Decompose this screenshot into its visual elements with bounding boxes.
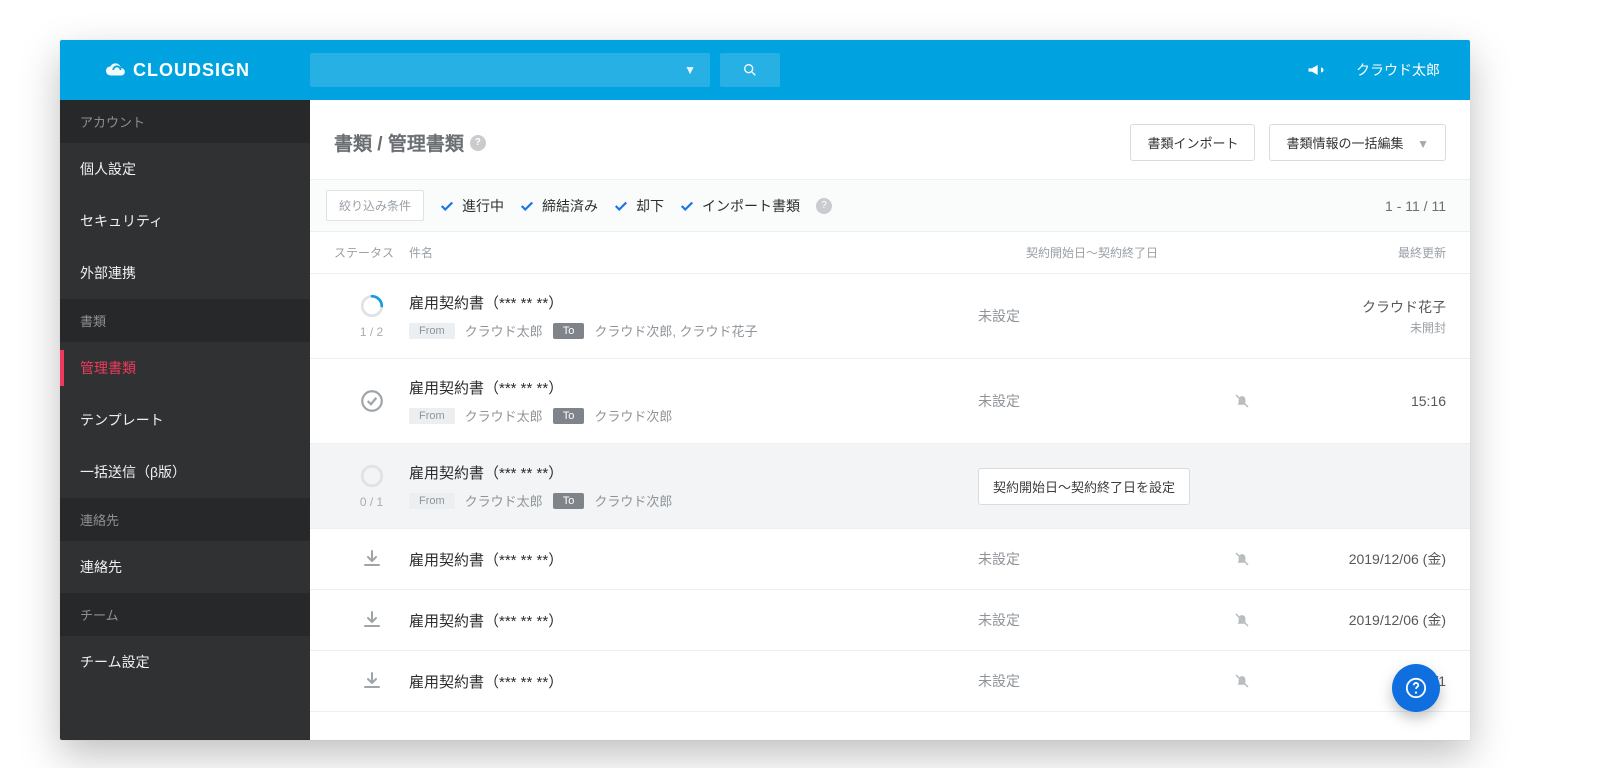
- from-name: クラウド太郎: [465, 321, 543, 340]
- download-icon: [360, 669, 384, 693]
- progress-ring-icon: [359, 293, 385, 319]
- doc-title: 雇用契約書（*** ** **）: [409, 549, 978, 570]
- sidebar-item-managed-docs[interactable]: 管理書類: [60, 342, 310, 394]
- daterange-value: 未設定: [978, 393, 1020, 409]
- help-icon[interactable]: ?: [470, 135, 486, 151]
- bell-off-icon: [1233, 550, 1251, 568]
- col-status: ステータス: [334, 244, 409, 261]
- topbar: CLOUDSIGN ▼ クラウド太郎: [60, 40, 1470, 100]
- updated-value: 15:16: [1411, 393, 1446, 409]
- check-icon: [440, 199, 454, 213]
- sidebar: アカウント 個人設定 セキュリティ 外部連携 書類 管理書類 テンプレート 一括…: [60, 100, 310, 740]
- from-tag: From: [409, 408, 455, 424]
- from-name: クラウド太郎: [465, 406, 543, 425]
- search-icon: [742, 62, 758, 78]
- table-row[interactable]: 雇用契約書（*** ** **） From クラウド太郎 To クラウド次郎 未…: [310, 359, 1470, 444]
- col-name: 件名: [409, 244, 1026, 261]
- search-button[interactable]: [720, 53, 780, 87]
- daterange-value: 未設定: [978, 551, 1020, 567]
- question-icon: [1405, 677, 1427, 699]
- main: 書類 / 管理書類 ? 書類インポート 書類情報の一括編集 ▼ 絞り込み条件: [310, 100, 1470, 740]
- download-icon: [360, 547, 384, 571]
- progress-count: 0 / 1: [360, 495, 383, 509]
- doc-title: 雇用契約書（*** ** **）: [409, 462, 978, 483]
- import-button[interactable]: 書類インポート: [1130, 124, 1255, 161]
- check-icon: [520, 199, 534, 213]
- table-row[interactable]: 雇用契約書（*** ** **） 未設定 2019/1: [310, 651, 1470, 712]
- sidebar-group-contacts: 連絡先: [60, 498, 310, 541]
- bell-off-icon: [1233, 611, 1251, 629]
- set-daterange-button[interactable]: 契約開始日～契約終了日を設定: [978, 468, 1190, 505]
- filter-imported[interactable]: インポート書類: [680, 196, 800, 216]
- daterange-value: 未設定: [978, 673, 1020, 689]
- chevron-down-icon: ▼: [1417, 137, 1429, 151]
- sidebar-group-account: アカウント: [60, 100, 310, 143]
- to-name: クラウド次郎: [594, 491, 672, 510]
- updated-sub: 未開封: [1410, 319, 1446, 336]
- sidebar-item-templates[interactable]: テンプレート: [60, 394, 310, 446]
- table-row[interactable]: 雇用契約書（*** ** **） 未設定 2019/12/06 (金): [310, 529, 1470, 590]
- brand-logo[interactable]: CLOUDSIGN: [60, 59, 310, 81]
- doc-title: 雇用契約書（*** ** **）: [409, 671, 978, 692]
- daterange-value: 未設定: [978, 308, 1020, 324]
- check-circle-icon: [359, 388, 385, 414]
- sidebar-group-team: チーム: [60, 593, 310, 636]
- filter-in-progress[interactable]: 進行中: [440, 196, 504, 216]
- from-name: クラウド太郎: [465, 491, 543, 510]
- to-tag: To: [553, 323, 585, 339]
- download-icon: [360, 608, 384, 632]
- sidebar-item-contacts[interactable]: 連絡先: [60, 541, 310, 593]
- to-name: クラウド次郎: [594, 406, 672, 425]
- progress-ring-icon: [359, 463, 385, 489]
- search-type-select[interactable]: ▼: [310, 53, 710, 87]
- bulk-edit-button[interactable]: 書類情報の一括編集 ▼: [1269, 124, 1446, 161]
- to-name: クラウド次郎, クラウド花子: [594, 321, 757, 340]
- bell-off-icon: [1233, 392, 1251, 410]
- doc-title: 雇用契約書（*** ** **）: [409, 377, 978, 398]
- help-fab[interactable]: [1392, 664, 1440, 712]
- sidebar-item-team-settings[interactable]: チーム設定: [60, 636, 310, 688]
- sidebar-item-bulk-send[interactable]: 一括送信（β版）: [60, 446, 310, 498]
- check-icon: [614, 199, 628, 213]
- filter-completed[interactable]: 締結済み: [520, 196, 598, 216]
- filter-rejected[interactable]: 却下: [614, 196, 664, 216]
- progress-count: 1 / 2: [360, 325, 383, 339]
- updated-value: クラウド花子: [1362, 297, 1446, 317]
- filter-bar: 絞り込み条件 進行中 締結済み 却下 インポー: [310, 179, 1470, 232]
- brand-text: CLOUDSIGN: [133, 60, 250, 81]
- page-title: 書類 / 管理書類: [334, 129, 464, 156]
- table-row[interactable]: 雇用契約書（*** ** **） 未設定 2019/12/06 (金): [310, 590, 1470, 651]
- sidebar-item-personal[interactable]: 個人設定: [60, 143, 310, 195]
- megaphone-icon[interactable]: [1306, 60, 1326, 80]
- from-tag: From: [409, 323, 455, 339]
- table-row[interactable]: 1 / 2 雇用契約書（*** ** **） From クラウド太郎 To クラ…: [310, 274, 1470, 359]
- result-count: 1 - 11 / 11: [1385, 198, 1446, 214]
- bell-off-icon: [1233, 672, 1251, 690]
- help-icon[interactable]: ?: [816, 198, 832, 214]
- sidebar-item-integrations[interactable]: 外部連携: [60, 247, 310, 299]
- check-icon: [680, 199, 694, 213]
- doc-title: 雇用契約書（*** ** **）: [409, 610, 978, 631]
- sidebar-item-security[interactable]: セキュリティ: [60, 195, 310, 247]
- doc-title: 雇用契約書（*** ** **）: [409, 292, 978, 313]
- updated-value: 2019/12/06 (金): [1349, 549, 1446, 569]
- to-tag: To: [553, 408, 585, 424]
- from-tag: From: [409, 493, 455, 509]
- sidebar-group-documents: 書類: [60, 299, 310, 342]
- table-row[interactable]: 0 / 1 雇用契約書（*** ** **） From クラウド太郎 To クラ…: [310, 444, 1470, 529]
- chevron-down-icon: ▼: [684, 63, 696, 77]
- col-daterange: 契約開始日～契約終了日: [1026, 244, 1266, 261]
- updated-value: 2019/12/06 (金): [1349, 610, 1446, 630]
- filter-label[interactable]: 絞り込み条件: [326, 190, 424, 221]
- col-updated: 最終更新: [1266, 244, 1446, 261]
- daterange-value: 未設定: [978, 612, 1020, 628]
- to-tag: To: [553, 493, 585, 509]
- username[interactable]: クラウド太郎: [1356, 60, 1440, 80]
- cloud-icon: [105, 59, 127, 81]
- table-header: ステータス 件名 契約開始日～契約終了日 最終更新: [310, 232, 1470, 274]
